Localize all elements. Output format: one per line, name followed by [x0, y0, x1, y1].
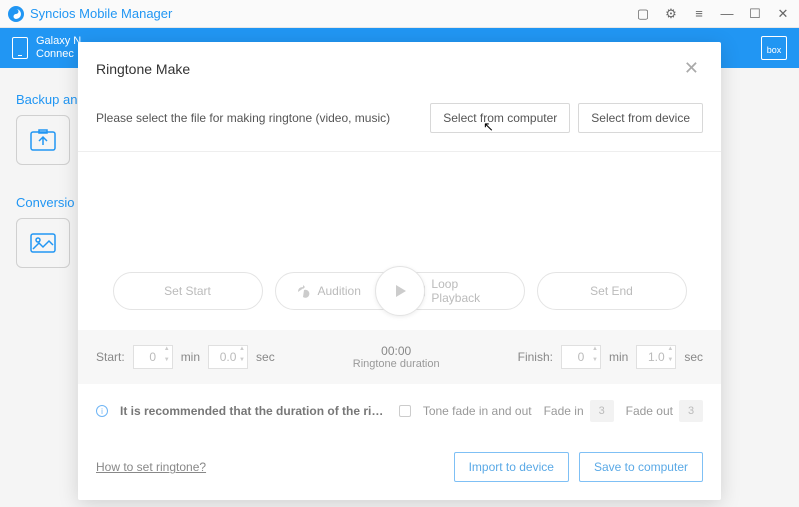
tone-fade-checkbox[interactable]: [399, 405, 411, 417]
info-icon: i: [96, 405, 108, 417]
audition-button[interactable]: Audition: [276, 284, 376, 298]
instruction-text: Please select the file for making ringto…: [96, 111, 422, 125]
set-start-button[interactable]: Set Start: [113, 272, 263, 310]
finish-sec-input[interactable]: 1.0▲▼: [636, 345, 676, 369]
set-end-button[interactable]: Set End: [537, 272, 687, 310]
save-to-computer-button[interactable]: Save to computer: [579, 452, 703, 482]
start-min-input[interactable]: 0▲▼: [133, 345, 173, 369]
select-from-computer-button[interactable]: Select from computer: [430, 103, 570, 133]
finish-min-input[interactable]: 0▲▼: [561, 345, 601, 369]
fade-out-input[interactable]: 3: [679, 400, 703, 422]
select-from-device-button[interactable]: Select from device: [578, 103, 703, 133]
import-to-device-button[interactable]: Import to device: [454, 452, 569, 482]
cursor-icon: ↖: [483, 119, 494, 135]
finish-label: Finish:: [518, 350, 553, 364]
how-to-link[interactable]: How to set ringtone?: [96, 460, 206, 474]
ringtone-modal: Ringtone Make ✕ Please select the file f…: [78, 42, 721, 500]
start-label: Start:: [96, 350, 125, 364]
duration-label: Ringtone duration: [275, 358, 518, 370]
play-icon: [392, 283, 408, 299]
recommendation-text: It is recommended that the duration of t…: [120, 404, 387, 418]
playback-controls: Audition Loop Playback: [275, 272, 525, 310]
start-sec-input[interactable]: 0.0▲▼: [208, 345, 248, 369]
fade-in-label: Fade in: [544, 404, 584, 418]
modal-title: Ringtone Make: [96, 61, 190, 77]
loop-playback-toggle[interactable]: Loop Playback: [414, 277, 524, 305]
tone-fade-label: Tone fade in and out: [423, 404, 532, 418]
fade-in-input[interactable]: 3: [590, 400, 614, 422]
close-icon[interactable]: ✕: [680, 56, 703, 81]
fade-out-label: Fade out: [626, 404, 673, 418]
duration-value: 00:00: [275, 344, 518, 358]
play-button[interactable]: [375, 266, 425, 316]
